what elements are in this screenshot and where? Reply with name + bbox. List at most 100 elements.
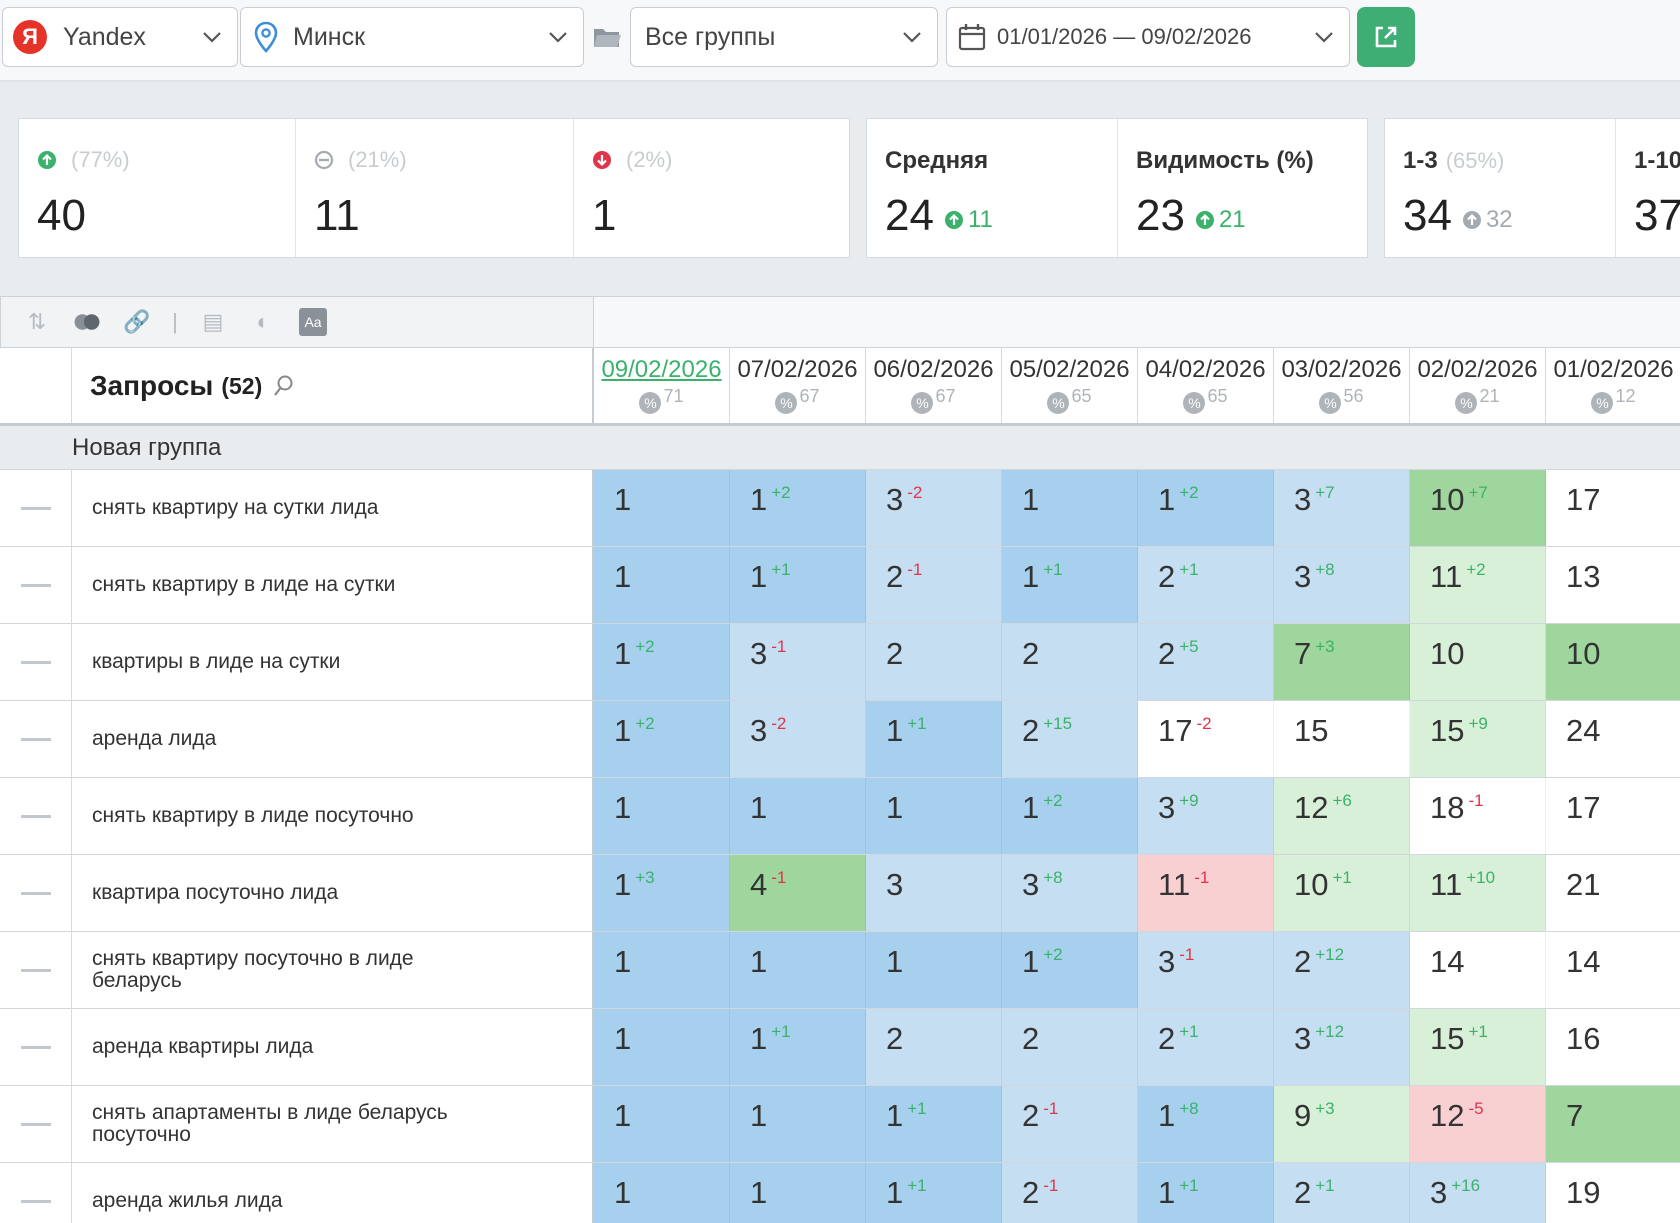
- table-row[interactable]: снять апартаменты в лиде беларусь посуто…: [0, 1086, 1680, 1163]
- date-column-header[interactable]: 09/02/2026% 71: [594, 348, 730, 423]
- date-column-header[interactable]: 07/02/2026% 67: [730, 348, 866, 423]
- document-icon[interactable]: ▤: [199, 308, 227, 336]
- table-row[interactable]: снять квартиру в лиде посуточно 1 1 1 1 +2 3 +9…: [0, 778, 1680, 855]
- position-cell[interactable]: 7 +3: [1274, 624, 1410, 700]
- position-cell[interactable]: 2 +12: [1274, 932, 1410, 1008]
- position-cell[interactable]: 10 +1: [1274, 855, 1410, 931]
- position-cell[interactable]: 12 +6: [1274, 778, 1410, 854]
- font-size-icon[interactable]: Aa: [299, 308, 327, 336]
- position-cell[interactable]: 1: [730, 1163, 866, 1223]
- position-cell[interactable]: 3: [866, 855, 1002, 931]
- position-cell[interactable]: 10: [1410, 624, 1546, 700]
- position-cell[interactable]: 1: [730, 932, 866, 1008]
- compare-icon[interactable]: ◐: [249, 308, 277, 336]
- position-cell[interactable]: 1: [594, 470, 730, 546]
- position-cell[interactable]: 2: [866, 624, 1002, 700]
- position-cell[interactable]: 1 +1: [866, 701, 1002, 777]
- date-range-picker[interactable]: 01/01/2026 — 09/02/2026: [946, 7, 1350, 67]
- search-icon[interactable]: [272, 374, 294, 398]
- position-cell[interactable]: 1: [594, 547, 730, 623]
- position-cell[interactable]: 3 -1: [1138, 932, 1274, 1008]
- position-cell[interactable]: 12 -5: [1410, 1086, 1546, 1162]
- row-collapse-button[interactable]: [0, 855, 72, 931]
- table-row[interactable]: снять квартиру на сутки лида 1 1 +2 3 -2 1 1 +2 3…: [0, 470, 1680, 547]
- position-cell[interactable]: 2: [1002, 624, 1138, 700]
- position-cell[interactable]: 15 +1: [1410, 1009, 1546, 1085]
- position-cell[interactable]: 1 +1: [730, 1009, 866, 1085]
- region-select[interactable]: Минск: [240, 7, 584, 67]
- position-cell[interactable]: 1 +2: [730, 470, 866, 546]
- row-collapse-button[interactable]: [0, 701, 72, 777]
- position-cell[interactable]: 1: [594, 1086, 730, 1162]
- position-cell[interactable]: 1: [866, 932, 1002, 1008]
- position-cell[interactable]: 15: [1274, 701, 1410, 777]
- position-cell[interactable]: 1 +2: [1138, 470, 1274, 546]
- position-cell[interactable]: 16: [1546, 1009, 1680, 1085]
- group-select[interactable]: Все группы: [630, 7, 938, 67]
- position-cell[interactable]: 1 +1: [1138, 1163, 1274, 1223]
- position-cell[interactable]: 1: [594, 932, 730, 1008]
- position-cell[interactable]: 11 +2: [1410, 547, 1546, 623]
- position-cell[interactable]: 3 +9: [1138, 778, 1274, 854]
- position-cell[interactable]: 11 +10: [1410, 855, 1546, 931]
- position-cell[interactable]: 14: [1410, 932, 1546, 1008]
- table-row[interactable]: аренда квартиры лида 1 1 +1 2 2 2 +1 3 +12 15 +1 16: [0, 1009, 1680, 1086]
- keyword-cell[interactable]: квартира посуточно лида: [72, 855, 594, 931]
- position-cell[interactable]: 4 -1: [730, 855, 866, 931]
- position-cell[interactable]: 1: [594, 1009, 730, 1085]
- position-cell[interactable]: 1: [594, 1163, 730, 1223]
- row-collapse-button[interactable]: [0, 1086, 72, 1162]
- row-collapse-button[interactable]: [0, 1009, 72, 1085]
- position-cell[interactable]: 17: [1546, 778, 1680, 854]
- position-cell[interactable]: 2: [1002, 1009, 1138, 1085]
- date-column-header[interactable]: 01/02/2026% 12: [1546, 348, 1680, 423]
- position-cell[interactable]: 2 +5: [1138, 624, 1274, 700]
- position-cell[interactable]: 1 +1: [730, 547, 866, 623]
- date-column-header[interactable]: 04/02/2026% 65: [1138, 348, 1274, 423]
- position-cell[interactable]: 1: [730, 778, 866, 854]
- sort-icon[interactable]: ⇅: [23, 308, 51, 336]
- group-row[interactable]: Новая группа: [0, 426, 1680, 470]
- position-cell[interactable]: 1 +1: [1002, 547, 1138, 623]
- position-cell[interactable]: 2 +1: [1138, 1009, 1274, 1085]
- position-cell[interactable]: 1 +8: [1138, 1086, 1274, 1162]
- folder-icon[interactable]: [592, 24, 622, 50]
- position-cell[interactable]: 17 -2: [1138, 701, 1274, 777]
- position-cell[interactable]: 15 +9: [1410, 701, 1546, 777]
- position-cell[interactable]: 7: [1546, 1086, 1680, 1162]
- position-cell[interactable]: 1 +3: [594, 855, 730, 931]
- position-cell[interactable]: 2 -1: [866, 547, 1002, 623]
- row-collapse-button[interactable]: [0, 932, 72, 1008]
- position-cell[interactable]: 2 +15: [1002, 701, 1138, 777]
- date-column-header[interactable]: 03/02/2026% 56: [1274, 348, 1410, 423]
- date-column-header[interactable]: 02/02/2026% 21: [1410, 348, 1546, 423]
- position-cell[interactable]: 1 +2: [1002, 932, 1138, 1008]
- table-row[interactable]: снять квартиру в лиде на сутки 1 1 +1 2 -1 1 +1…: [0, 547, 1680, 624]
- position-cell[interactable]: 2: [866, 1009, 1002, 1085]
- position-cell[interactable]: 24: [1546, 701, 1680, 777]
- position-cell[interactable]: 11 -1: [1138, 855, 1274, 931]
- keyword-cell[interactable]: квартиры в лиде на сутки: [72, 624, 594, 700]
- table-row[interactable]: квартира посуточно лида 1 +3 4 -1 3 3 +8 11 -1 10 +…: [0, 855, 1680, 932]
- position-cell[interactable]: 3 +8: [1002, 855, 1138, 931]
- position-cell[interactable]: 9 +3: [1274, 1086, 1410, 1162]
- date-column-header[interactable]: 06/02/2026% 67: [866, 348, 1002, 423]
- position-cell[interactable]: 3 -2: [866, 470, 1002, 546]
- table-row[interactable]: снять квартиру посуточно в лиде беларусь…: [0, 932, 1680, 1009]
- position-cell[interactable]: 1: [730, 1086, 866, 1162]
- search-engine-select[interactable]: Я Yandex: [2, 7, 238, 67]
- position-cell[interactable]: 3 +7: [1274, 470, 1410, 546]
- keyword-cell[interactable]: снять апартаменты в лиде беларусь посуто…: [72, 1086, 594, 1162]
- position-cell[interactable]: 1 +1: [866, 1163, 1002, 1223]
- link-icon[interactable]: 🔗: [123, 308, 151, 336]
- toggle-circles-icon[interactable]: [73, 308, 101, 336]
- position-cell[interactable]: 1: [866, 778, 1002, 854]
- position-cell[interactable]: 2 +1: [1138, 547, 1274, 623]
- date-column-header[interactable]: 05/02/2026% 65: [1002, 348, 1138, 423]
- position-cell[interactable]: 10: [1546, 624, 1680, 700]
- position-cell[interactable]: 10 +7: [1410, 470, 1546, 546]
- position-cell[interactable]: 2 +1: [1274, 1163, 1410, 1223]
- position-cell[interactable]: 2 -1: [1002, 1086, 1138, 1162]
- keyword-cell[interactable]: аренда лида: [72, 701, 594, 777]
- position-cell[interactable]: 3 -2: [730, 701, 866, 777]
